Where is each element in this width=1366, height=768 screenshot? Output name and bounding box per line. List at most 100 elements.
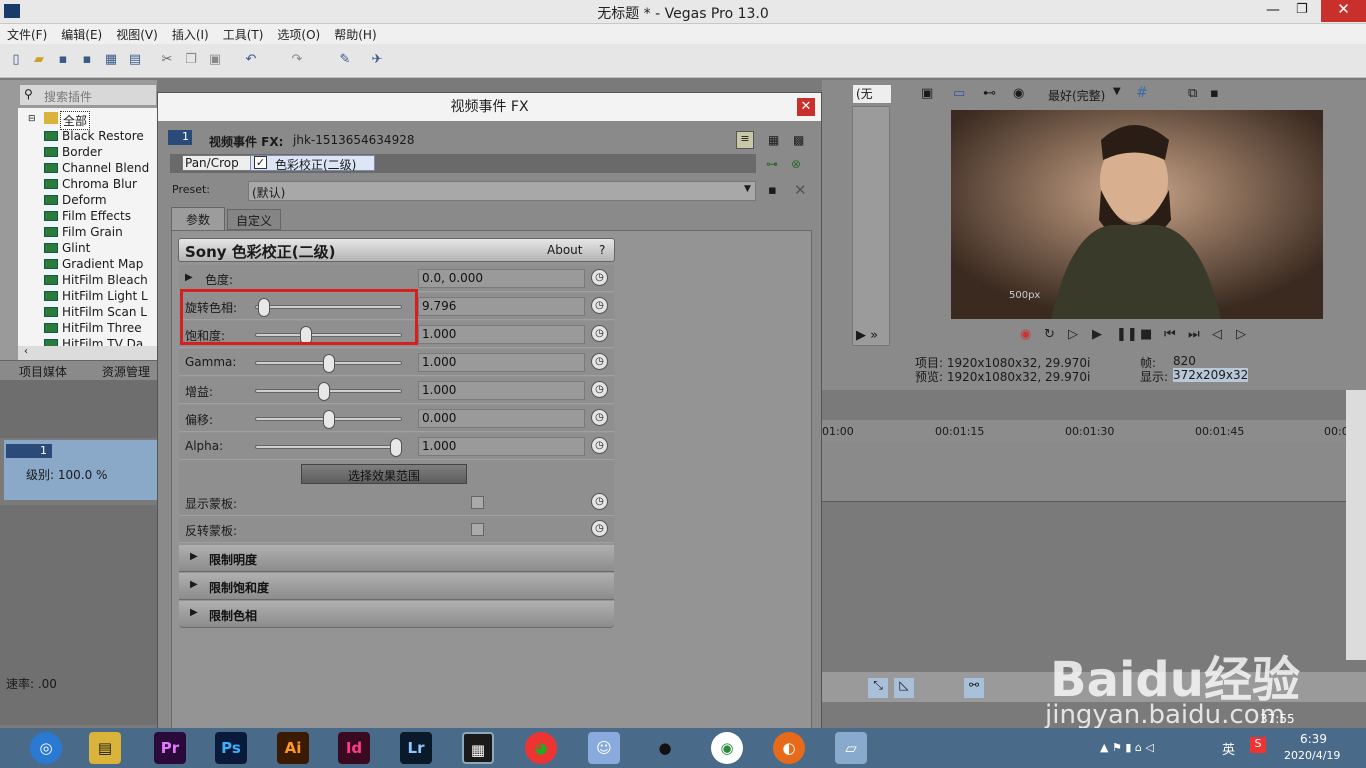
plugin-search[interactable]: ⚲ 搜索插件 bbox=[19, 84, 157, 106]
tab-custom[interactable]: 自定义 bbox=[227, 209, 281, 230]
paste-icon[interactable]: ▣ bbox=[207, 52, 223, 68]
plugin-tree[interactable]: ⊟ 全部 Black Restore Border Channel Blend Chr… bbox=[18, 108, 157, 346]
section-limit-hue[interactable]: ▶ 限制色相 bbox=[179, 601, 614, 628]
forward-icon[interactable]: ▷ bbox=[1236, 327, 1246, 342]
tray-icons[interactable]: ▲ ⚑ ▮ ⌂ ◁ bbox=[1100, 741, 1154, 754]
menu-file[interactable]: 文件(F) bbox=[0, 24, 54, 45]
trimmer-select[interactable]: (无 bbox=[852, 84, 892, 104]
menu-tools[interactable]: 工具(T) bbox=[216, 24, 271, 45]
tree-root[interactable]: 全部 bbox=[60, 111, 91, 130]
properties-icon[interactable]: ▤ bbox=[127, 52, 143, 68]
dialog-close-button[interactable]: ✕ bbox=[797, 98, 815, 116]
color-app-icon[interactable]: ◕ bbox=[525, 732, 557, 764]
chat-app-icon[interactable]: ☺ bbox=[588, 732, 620, 764]
new-icon[interactable]: ▯ bbox=[8, 52, 24, 68]
plugin-item[interactable]: Chroma Blur bbox=[62, 177, 137, 191]
notes-icon[interactable]: ▱ bbox=[835, 732, 867, 764]
plugin-item[interactable]: Gradient Map bbox=[62, 257, 143, 271]
keyframe-icon[interactable]: ◷ bbox=[591, 297, 608, 314]
plugin-item[interactable]: Black Restore bbox=[62, 129, 144, 143]
chevron-down-icon[interactable]: ▼ bbox=[1113, 86, 1121, 97]
grid-icon[interactable]: # bbox=[1136, 85, 1148, 101]
video-preview[interactable]: 500px bbox=[951, 110, 1323, 319]
menu-insert[interactable]: 插入(I) bbox=[165, 24, 216, 45]
open-icon[interactable]: ▰ bbox=[31, 52, 47, 68]
view-list-icon[interactable]: ≡ bbox=[736, 131, 754, 149]
keyframe-icon[interactable]: ◷ bbox=[591, 520, 608, 537]
param-value-input[interactable]: 0.0, 0.000 bbox=[418, 269, 585, 288]
param-slider-thumb[interactable] bbox=[318, 382, 331, 401]
photoshop-icon[interactable]: Ps bbox=[215, 732, 247, 764]
prev-frame-icon[interactable]: ⏮ bbox=[1164, 327, 1176, 342]
chrome-icon[interactable]: ◉ bbox=[711, 732, 743, 764]
select-range-button[interactable]: 选择效果范围 bbox=[301, 464, 467, 484]
param-value-input[interactable]: 1.000 bbox=[418, 325, 585, 344]
menu-options[interactable]: 选项(O) bbox=[270, 24, 327, 45]
plugin-item[interactable]: Film Effects bbox=[62, 209, 131, 223]
tab-params[interactable]: 参数 bbox=[171, 207, 225, 230]
track-header[interactable]: 1 级别: 100.0 % bbox=[4, 440, 157, 500]
minimize-button[interactable]: — bbox=[1266, 2, 1280, 18]
menu-view[interactable]: 视图(V) bbox=[109, 24, 165, 45]
maximize-button[interactable]: ❐ bbox=[1296, 2, 1308, 17]
save-as-icon[interactable]: ▪ bbox=[79, 52, 95, 68]
invert-mask-checkbox[interactable] bbox=[471, 523, 484, 536]
redo-icon[interactable]: ↷ bbox=[289, 52, 305, 68]
record-icon[interactable]: ◉ bbox=[1020, 327, 1031, 342]
stop-icon[interactable]: ■ bbox=[1140, 327, 1152, 342]
keyframe-icon[interactable]: ◷ bbox=[591, 269, 608, 286]
plugin-item[interactable]: Glint bbox=[62, 241, 90, 255]
chain-color-correct[interactable]: 色彩校正(二级) bbox=[250, 155, 375, 172]
lightroom-icon[interactable]: Lr bbox=[400, 732, 432, 764]
timeline-ruler[interactable]: 01:00 00:01:15 00:01:30 00:01:45 00:0 bbox=[822, 420, 1349, 442]
view-grid-icon[interactable]: ▦ bbox=[768, 133, 779, 147]
play-from-start-icon[interactable]: ▷ bbox=[1068, 327, 1078, 342]
close-button[interactable]: ✕ bbox=[1321, 0, 1366, 22]
pause-icon[interactable]: ❚❚ bbox=[1116, 327, 1138, 342]
quality-select[interactable]: 最好(完整) bbox=[1048, 87, 1105, 104]
param-slider-thumb[interactable] bbox=[322, 354, 335, 373]
chain-pan-crop[interactable]: Pan/Crop bbox=[182, 155, 252, 171]
rewind-icon[interactable]: ◁ bbox=[1212, 327, 1222, 342]
plugin-item[interactable]: HitFilm Three bbox=[62, 321, 142, 335]
play-icon[interactable]: ▶ bbox=[1092, 327, 1102, 342]
undo-icon[interactable]: ↶ bbox=[243, 52, 259, 68]
delete-preset-icon[interactable]: ✕ bbox=[794, 181, 807, 199]
clock-date[interactable]: 2020/4/19 bbox=[1284, 749, 1340, 762]
keyframe-icon[interactable]: ◷ bbox=[591, 493, 608, 510]
param-slider-thumb[interactable] bbox=[390, 438, 402, 457]
sogou-icon[interactable]: S bbox=[1250, 737, 1266, 753]
plugin-item[interactable]: Border bbox=[62, 145, 102, 159]
chain-enable-checkbox[interactable]: ✓ bbox=[254, 156, 267, 169]
loop-icon[interactable]: ↻ bbox=[1044, 327, 1055, 342]
split-screen-icon[interactable]: ▣ bbox=[921, 86, 933, 101]
brush-icon[interactable]: ✎ bbox=[337, 52, 353, 68]
keyframe-icon[interactable]: ◷ bbox=[591, 409, 608, 426]
explorer-icon[interactable]: ▤ bbox=[89, 732, 121, 764]
tab-project-media[interactable]: 项目媒体 bbox=[19, 363, 67, 380]
render-icon[interactable]: ▦ bbox=[103, 52, 119, 68]
menu-edit[interactable]: 编辑(E) bbox=[54, 24, 109, 45]
overlay-icon[interactable]: ⊷ bbox=[983, 86, 996, 101]
view-detail-icon[interactable]: ▩ bbox=[793, 133, 804, 147]
plugin-scrollbar[interactable]: ‹ bbox=[18, 346, 157, 360]
ime-indicator[interactable]: 英 bbox=[1222, 739, 1235, 758]
plugin-item[interactable]: Film Grain bbox=[62, 225, 123, 239]
normal-edit-icon[interactable]: ⤡ bbox=[868, 678, 888, 698]
section-limit-luminance[interactable]: ▶ 限制明度 bbox=[179, 545, 614, 572]
channel-icon[interactable]: ◉ bbox=[1013, 86, 1024, 101]
plugin-item[interactable]: HitFilm Light L bbox=[62, 289, 148, 303]
plugin-chain-icon[interactable]: ⊶ bbox=[766, 157, 778, 171]
envelope-edit-icon[interactable]: ◺ bbox=[894, 678, 914, 698]
keyframe-icon[interactable]: ◷ bbox=[591, 381, 608, 398]
plugin-item[interactable]: HitFilm TV Da bbox=[62, 337, 143, 346]
expand-icon[interactable]: ▶ bbox=[185, 272, 193, 283]
keyframe-icon[interactable]: ◷ bbox=[591, 325, 608, 342]
start-icon[interactable]: ◎ bbox=[30, 732, 62, 764]
save-snapshot-icon[interactable]: ▪ bbox=[1210, 86, 1219, 101]
menu-help[interactable]: 帮助(H) bbox=[327, 24, 383, 45]
save-icon[interactable]: ▪ bbox=[55, 52, 71, 68]
what-is-this-icon[interactable]: ✈ bbox=[369, 52, 385, 68]
param-slider-track[interactable] bbox=[255, 445, 402, 449]
cut-icon[interactable]: ✂ bbox=[159, 52, 175, 68]
